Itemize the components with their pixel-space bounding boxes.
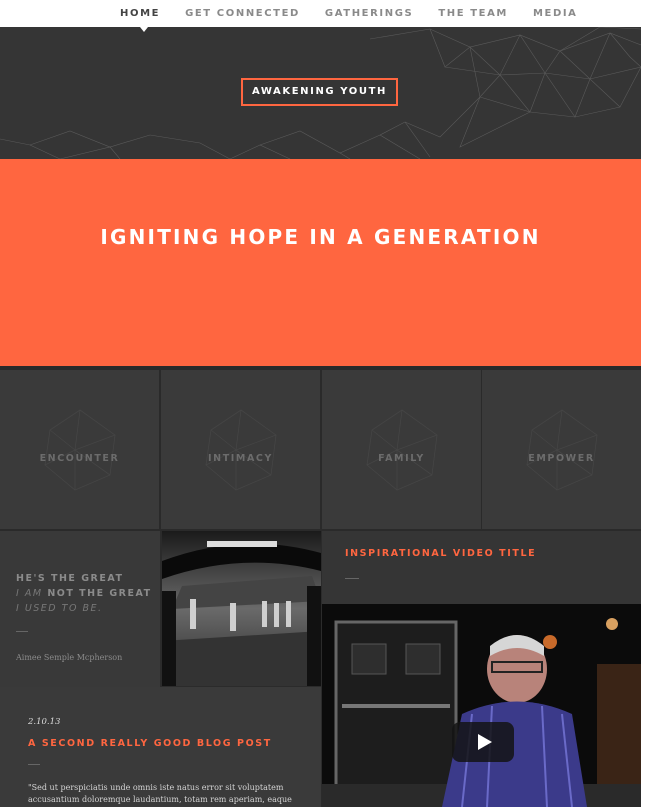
video-player[interactable] — [322, 604, 641, 807]
tile-label: EMPOWER — [528, 453, 595, 464]
crystal-icon — [44, 409, 116, 491]
crystal-icon — [526, 409, 598, 491]
header-banner: AWAKENING YOUTH — [0, 27, 641, 159]
active-nav-caret-icon — [140, 27, 148, 32]
play-icon[interactable] — [452, 722, 514, 762]
video-title[interactable]: INSPIRATIONAL VIDEO TITLE — [345, 548, 536, 559]
nav-item-media[interactable]: MEDIA — [533, 0, 578, 27]
nav-menu: HOME GET CONNECTED GATHERINGS THE TEAM M… — [120, 0, 603, 27]
quote-line-2: I AM NOT THE GREAT — [16, 588, 152, 599]
tile-label: INTIMACY — [208, 453, 273, 464]
quote-line-3: I USED TO BE. — [16, 603, 102, 614]
blog-excerpt: "Sed ut perspiciatis unde omnis iste nat… — [28, 783, 292, 804]
quote-author: Aimee Semple Mcpherson — [16, 653, 123, 662]
quote-emphasis: I AM — [16, 588, 43, 599]
crystal-icon — [366, 409, 438, 491]
quote-line-2-text: NOT THE GREAT — [42, 588, 152, 599]
crystal-icon — [205, 409, 277, 491]
stage-photo-image — [162, 531, 321, 686]
nav-item-home[interactable]: HOME — [120, 0, 160, 27]
tile-empower[interactable]: EMPOWER — [482, 370, 641, 529]
window-edge — [641, 0, 648, 807]
quote-emphasis: I USED TO BE. — [16, 603, 103, 614]
quote-card: HE'S THE GREAT I AM NOT THE GREAT I USED… — [0, 531, 160, 687]
tile-family[interactable]: FAMILY — [322, 370, 481, 529]
nav-item-gatherings[interactable]: GATHERINGS — [325, 0, 413, 27]
tile-label: ENCOUNTER — [39, 453, 120, 464]
hero-banner: IGNITING HOPE IN A GENERATION — [0, 159, 641, 366]
video-divider — [345, 578, 359, 579]
video-thumbnail — [322, 604, 641, 807]
quote-divider — [16, 631, 28, 632]
video-header: INSPIRATIONAL VIDEO TITLE — [322, 531, 641, 604]
blog-divider — [28, 764, 40, 765]
brand-logo-button[interactable]: AWAKENING YOUTH — [241, 78, 398, 106]
top-nav: HOME GET CONNECTED GATHERINGS THE TEAM M… — [0, 0, 641, 27]
hero-title: IGNITING HOPE IN A GENERATION — [100, 225, 541, 249]
tile-encounter[interactable]: ENCOUNTER — [0, 370, 159, 529]
blog-date: 2.10.13 — [28, 717, 61, 727]
nav-item-get-connected[interactable]: GET CONNECTED — [185, 0, 300, 27]
blog-title-link[interactable]: A SECOND REALLY GOOD BLOG POST — [28, 738, 272, 749]
pillar-tiles: ENCOUNTER INTIMACY FAMILY EMPOWER — [0, 366, 641, 531]
tile-label: FAMILY — [378, 453, 425, 464]
nav-item-the-team[interactable]: THE TEAM — [438, 0, 508, 27]
tile-intimacy[interactable]: INTIMACY — [161, 370, 320, 529]
blog-card: 2.10.13 A SECOND REALLY GOOD BLOG POST "… — [0, 687, 321, 807]
stage-photo[interactable] — [162, 531, 321, 686]
quote-line-1: HE'S THE GREAT — [16, 573, 124, 584]
